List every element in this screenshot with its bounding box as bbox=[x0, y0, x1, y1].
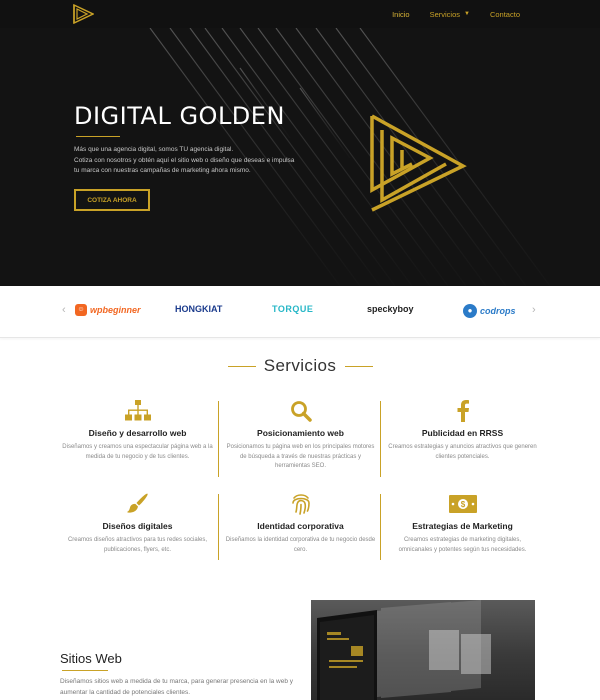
brand-logo-icon[interactable] bbox=[72, 4, 94, 24]
section-title: Sitios Web bbox=[60, 651, 122, 666]
service-card: Diseño y desarrollo web Diseñamos y crea… bbox=[56, 400, 219, 462]
clients-carousel: ‹ ☺ wpbeginner HONGKIAT TORQUE speckyboy … bbox=[0, 286, 600, 338]
service-description: Diseñamos y creamos una espectacular pág… bbox=[62, 444, 213, 460]
client-logo-codrops: ● codrops bbox=[463, 304, 516, 318]
hero-section: DIGITAL GOLDEN Más que una agencia digit… bbox=[0, 28, 600, 286]
main-menu: Inicio Servicios ▼ Contacto bbox=[392, 0, 520, 28]
nav-item-servicios[interactable]: Servicios ▼ bbox=[430, 10, 470, 19]
card-divider bbox=[380, 401, 381, 477]
nav-item-contacto[interactable]: Contacto bbox=[490, 10, 520, 19]
search-icon bbox=[219, 400, 382, 422]
section-title-underline bbox=[62, 670, 108, 671]
card-divider bbox=[218, 401, 219, 477]
codrops-drop-icon: ● bbox=[463, 304, 477, 318]
service-title: Estrategias de Marketing bbox=[412, 521, 513, 531]
chevron-down-icon: ▼ bbox=[464, 11, 470, 17]
hero-lead-text: Más que una agencia digital, somos TU ag… bbox=[74, 145, 314, 177]
client-logo-text: speckyboy bbox=[367, 304, 414, 314]
heading-decoration-line bbox=[345, 366, 373, 367]
nav-item-label: Contacto bbox=[489, 9, 520, 19]
card-divider bbox=[380, 494, 381, 560]
service-description: Creamos estrategias y anuncios atractivo… bbox=[388, 444, 537, 460]
chevron-left-icon[interactable]: ‹ bbox=[62, 304, 66, 316]
nav-item-label: Servicios bbox=[429, 9, 461, 19]
cotiza-ahora-button[interactable]: COTIZA AHORA bbox=[74, 189, 150, 211]
chevron-right-icon[interactable]: › bbox=[532, 304, 536, 316]
service-title: Publicidad en RRSS bbox=[421, 428, 504, 438]
hero-lead-line: Más que una agencia digital, somos TU ag… bbox=[74, 146, 234, 153]
client-logo-torque: TORQUE bbox=[272, 304, 313, 314]
client-logo-text: HONGKIAT bbox=[175, 304, 223, 314]
hero-title: DIGITAL GOLDEN bbox=[74, 102, 285, 130]
client-logo-speckyboy: speckyboy bbox=[367, 304, 414, 314]
client-logo-text: codrops bbox=[480, 306, 516, 316]
service-description: Creamos estrategias de marketing digital… bbox=[398, 537, 527, 553]
section-description: Diseñamos sitios web a medida de tu marc… bbox=[60, 678, 294, 696]
heading-decoration-line bbox=[228, 366, 256, 367]
service-card: Diseños digitales Creamos diseños atract… bbox=[56, 493, 219, 555]
service-card: Identidad corporativa Diseñamos la ident… bbox=[219, 493, 382, 555]
hero-lead-line: Cotiza con nosotros y obtén aquí el siti… bbox=[74, 156, 295, 164]
fingerprint-icon bbox=[219, 493, 382, 515]
top-navbar: Inicio Servicios ▼ Contacto bbox=[0, 0, 600, 28]
client-logo-text: wpbeginner bbox=[90, 305, 141, 315]
service-description: Diseñamos la identidad corporativa de tu… bbox=[225, 537, 376, 553]
facebook-icon bbox=[381, 400, 544, 422]
client-logo-text: TORQUE bbox=[272, 304, 314, 314]
nav-item-label: Inicio bbox=[392, 9, 410, 19]
service-title: Diseños digitales bbox=[102, 521, 173, 531]
wpbeginner-badge-icon: ☺ bbox=[75, 304, 87, 316]
service-title: Identidad corporativa bbox=[257, 521, 344, 531]
services-heading: Servicios bbox=[0, 356, 600, 376]
service-description: Creamos diseños atractivos para tus rede… bbox=[67, 537, 208, 553]
service-title: Posicionamiento web bbox=[257, 428, 344, 438]
card-divider bbox=[218, 494, 219, 560]
paintbrush-icon bbox=[56, 493, 219, 515]
service-card: Posicionamiento web Posicionamos tu pági… bbox=[219, 400, 382, 472]
nav-item-inicio[interactable]: Inicio bbox=[392, 10, 410, 19]
website-mockup-image bbox=[311, 600, 535, 700]
service-description: Posicionamos tu página web en los princi… bbox=[226, 444, 375, 469]
golden-triangle-logo-icon bbox=[370, 114, 467, 212]
client-logo-hongkiat: HONGKIAT bbox=[175, 304, 222, 314]
hero-title-underline bbox=[76, 136, 120, 137]
svg-text:$: $ bbox=[460, 500, 465, 509]
service-card: Publicidad en RRSS Creamos estrategias y… bbox=[381, 400, 544, 462]
hero-lead-line: tu marca con nuestras campañas de market… bbox=[74, 167, 251, 174]
money-bill-icon: $ bbox=[381, 493, 544, 515]
services-title: Servicios bbox=[263, 356, 337, 375]
service-title: Diseño y desarrollo web bbox=[88, 428, 187, 438]
sitemap-icon bbox=[56, 400, 219, 422]
service-card: $ Estrategias de Marketing Creamos estra… bbox=[381, 493, 544, 555]
client-logo-wpbeginner: ☺ wpbeginner bbox=[75, 304, 141, 316]
